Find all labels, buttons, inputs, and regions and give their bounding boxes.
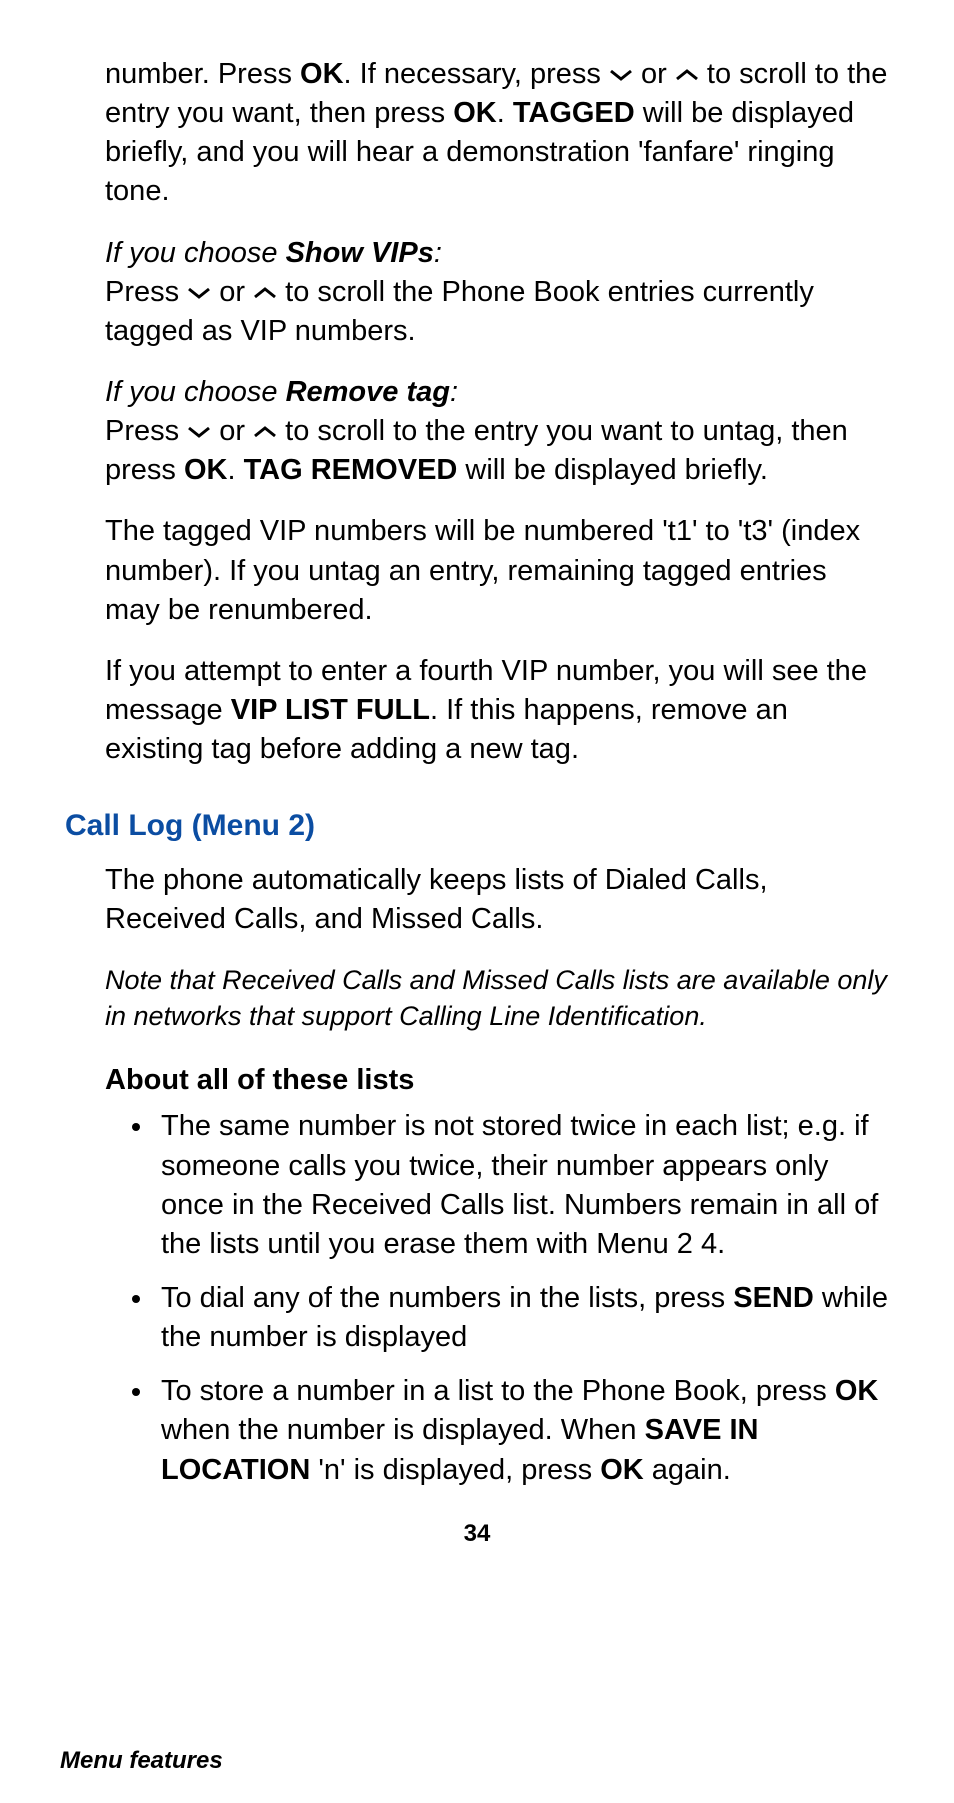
lead: If you choose Remove tag: xyxy=(105,376,458,408)
text: Press xyxy=(105,276,187,308)
text: If you choose xyxy=(105,237,286,269)
paragraph-tagged-numbering: The tagged VIP numbers will be numbered … xyxy=(65,512,889,629)
up-arrow-icon xyxy=(253,425,277,439)
bullet-list: The same number is not stored twice in e… xyxy=(65,1107,889,1489)
note-cli: Note that Received Calls and Missed Call… xyxy=(65,962,889,1035)
text: or xyxy=(633,58,675,90)
up-arrow-icon xyxy=(253,286,277,300)
text: To store a number in a list to the Phone… xyxy=(161,1375,835,1407)
text: If you choose xyxy=(105,376,286,408)
ok-key: OK xyxy=(453,97,497,129)
ok-key: OK xyxy=(835,1375,879,1407)
paragraph-call-log-intro: The phone automatically keeps lists of D… xyxy=(65,861,889,939)
down-arrow-icon xyxy=(187,286,211,300)
ok-key: OK xyxy=(184,454,228,486)
ok-key: OK xyxy=(300,58,344,90)
text: . If necessary, press xyxy=(344,58,609,90)
text: 'n' is displayed, press xyxy=(310,1454,600,1486)
text: . xyxy=(227,454,243,486)
down-arrow-icon xyxy=(609,68,633,82)
list-item: The same number is not stored twice in e… xyxy=(155,1107,889,1264)
ok-key: OK xyxy=(600,1454,644,1486)
manual-page: number. Press OK. If necessary, press or… xyxy=(0,0,954,1548)
down-arrow-icon xyxy=(187,425,211,439)
text: or xyxy=(211,276,253,308)
text: . xyxy=(497,97,513,129)
text: again. xyxy=(644,1454,731,1486)
lead: If you choose Show VIPs: xyxy=(105,237,442,269)
subheading-about-lists: About all of these lists xyxy=(65,1064,889,1097)
remove-tag-bold: Remove tag xyxy=(286,376,450,408)
tagged-label: TAGGED xyxy=(513,97,635,129)
text: when the number is displayed. When xyxy=(161,1414,645,1446)
footer-section-label: Menu features xyxy=(60,1747,223,1775)
list-item: To dial any of the numbers in the lists,… xyxy=(155,1279,889,1357)
text: : xyxy=(434,237,442,269)
text: number. Press xyxy=(105,58,300,90)
text: will be displayed briefly. xyxy=(457,454,768,486)
text: : xyxy=(450,376,458,408)
vip-list-full-label: VIP LIST FULL xyxy=(231,694,430,726)
up-arrow-icon xyxy=(675,68,699,82)
paragraph-vip-intro: number. Press OK. If necessary, press or… xyxy=(65,55,889,212)
page-number: 34 xyxy=(65,1520,889,1548)
text: Press xyxy=(105,415,187,447)
tag-removed-label: TAG REMOVED xyxy=(244,454,458,486)
paragraph-show-vips: If you choose Show VIPs: Press or to scr… xyxy=(65,234,889,351)
text: To dial any of the numbers in the lists,… xyxy=(161,1282,733,1314)
list-item: To store a number in a list to the Phone… xyxy=(155,1372,889,1489)
paragraph-vip-list-full: If you attempt to enter a fourth VIP num… xyxy=(65,652,889,769)
text: or xyxy=(211,415,253,447)
show-vips-bold: Show VIPs xyxy=(286,237,434,269)
section-heading-call-log: Call Log (Menu 2) xyxy=(65,809,889,843)
send-key: SEND xyxy=(733,1282,814,1314)
paragraph-remove-tag: If you choose Remove tag: Press or to sc… xyxy=(65,373,889,490)
